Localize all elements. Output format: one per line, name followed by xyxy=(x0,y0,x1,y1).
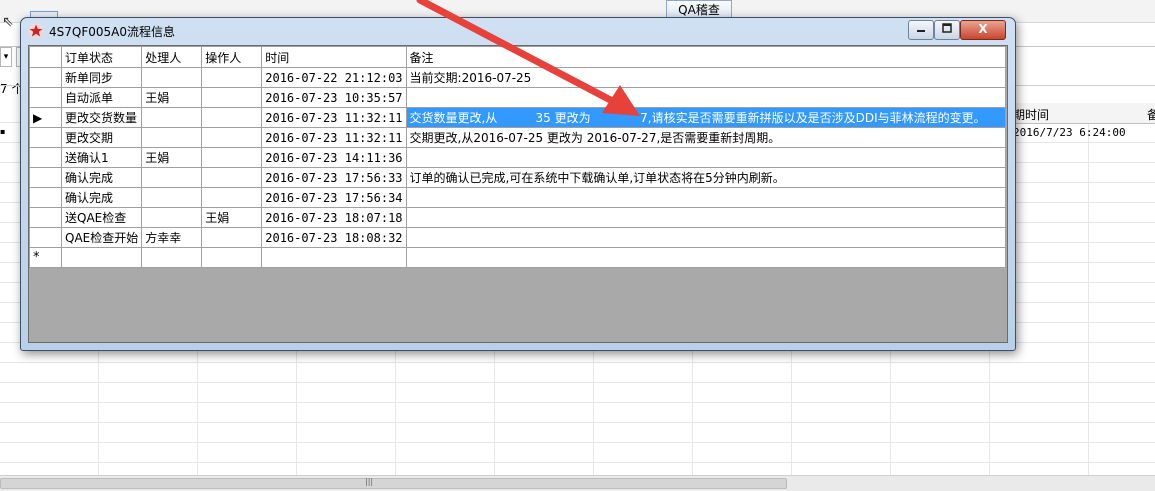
column-header-operator[interactable]: 操作人 xyxy=(201,46,263,68)
cell-time[interactable]: 2016-07-23 11:32:11 xyxy=(261,127,407,148)
cell-handler[interactable] xyxy=(141,247,203,268)
cell-time[interactable]: 2016-07-23 18:08:32 xyxy=(261,227,407,248)
table-row[interactable]: QAE检查开始 方幸幸 2016-07-23 18:08:32 xyxy=(29,227,1006,248)
cell-status[interactable]: QAE检查开始 xyxy=(60,227,143,248)
minimize-icon xyxy=(917,30,925,32)
cell-note-selected[interactable]: 交货数量更改,从 35 更改为 7,请核实是否需要重新拼版以及是否涉及DDI与菲… xyxy=(405,107,1006,128)
red-star-icon xyxy=(28,23,44,39)
row-header[interactable] xyxy=(29,87,62,108)
flow-grid-container: 订单状态 处理人 操作人 时间 备注 新单同步 2016-07-22 21:12… xyxy=(28,45,1008,343)
cell-note[interactable]: 交期更改,从2016-07-25 更改为 2016-07-27,是否需要重新封周… xyxy=(405,127,1006,148)
table-row[interactable]: 送确认1 王娟 2016-07-23 14:11:36 xyxy=(29,147,1006,168)
row-header[interactable] xyxy=(29,67,62,88)
cell-handler[interactable]: 王娟 xyxy=(141,87,203,108)
dropdown-arrow-icon[interactable]: ▾ xyxy=(0,47,12,67)
cell-handler[interactable] xyxy=(141,67,203,88)
column-header-status[interactable]: 订单状态 xyxy=(60,46,143,68)
cell-handler[interactable]: 方幸幸 xyxy=(141,227,203,248)
cell-time[interactable]: 2016-07-23 17:56:34 xyxy=(261,187,407,208)
cell-note[interactable] xyxy=(405,87,1006,108)
cell-time[interactable] xyxy=(261,247,407,268)
current-row-indicator-icon[interactable]: ▶ xyxy=(29,107,62,128)
cell-status[interactable] xyxy=(60,247,143,268)
column-header-time[interactable]: 期时间 xyxy=(1013,106,1049,123)
cell-note[interactable] xyxy=(405,187,1006,208)
cell-handler[interactable] xyxy=(141,127,203,148)
cell-operator[interactable] xyxy=(201,107,263,128)
column-header-note[interactable]: 备 xyxy=(1147,106,1155,123)
close-icon: X xyxy=(978,22,988,36)
cell-status[interactable]: 确认完成 xyxy=(60,167,143,188)
row-header[interactable] xyxy=(29,227,62,248)
new-row-indicator-icon[interactable]: * xyxy=(29,247,62,268)
table-row[interactable]: 送QAE检查 王娟 2016-07-23 18:07:18 xyxy=(29,207,1006,228)
row-header[interactable] xyxy=(29,127,62,148)
cell-time[interactable]: 2016-07-23 10:35:57 xyxy=(261,87,407,108)
new-row[interactable]: * xyxy=(29,247,1006,268)
cell-note[interactable] xyxy=(405,207,1006,228)
cell-time[interactable]: 2016-07-23 11:32:11 xyxy=(261,107,407,128)
cell-note[interactable]: 当前交期:2016-07-25 xyxy=(405,67,1006,88)
row-header[interactable] xyxy=(29,167,62,188)
cell-status[interactable]: 送确认1 xyxy=(60,147,143,168)
scrollbar-grip-icon: ||| xyxy=(365,477,374,486)
cell-time[interactable]: 2016-07-23 17:56:33 xyxy=(261,167,407,188)
cell-operator[interactable] xyxy=(201,87,263,108)
cell-status[interactable]: 自动派单 xyxy=(60,87,143,108)
cell-note[interactable] xyxy=(405,227,1006,248)
cell-operator[interactable] xyxy=(201,67,263,88)
maximize-button[interactable] xyxy=(934,20,960,40)
cell-time[interactable]: 2016-07-23 14:11:36 xyxy=(261,147,407,168)
grid-cell-time[interactable]: 2016/7/23 6:24:00 xyxy=(1013,126,1126,139)
mouse-cursor-icon: ⇖ xyxy=(2,14,14,30)
cell-handler[interactable] xyxy=(141,187,203,208)
grid-header-row: 订单状态 处理人 操作人 时间 备注 xyxy=(29,46,1006,68)
cell-note[interactable]: 订单的确认已完成,可在系统中下载确认单,订单状态将在5分钟内刷新。 xyxy=(405,167,1006,188)
cell-handler[interactable] xyxy=(141,107,203,128)
cell-operator[interactable]: 王娟 xyxy=(201,207,263,228)
cell-note[interactable] xyxy=(405,247,1006,268)
cell-handler[interactable]: 王娟 xyxy=(141,147,203,168)
scrollbar-thumb[interactable] xyxy=(0,478,787,489)
cell-status[interactable]: 新单同步 xyxy=(60,67,143,88)
cell-handler[interactable] xyxy=(141,167,203,188)
column-header-note[interactable]: 备注 xyxy=(405,46,1006,68)
minimize-button[interactable] xyxy=(908,20,934,40)
row-header-corner[interactable] xyxy=(29,46,62,68)
table-row[interactable]: 确认完成 2016-07-23 17:56:34 xyxy=(29,187,1006,208)
cell-operator[interactable] xyxy=(201,247,263,268)
cell-time[interactable]: 2016-07-22 21:12:03 xyxy=(261,67,407,88)
cell-operator[interactable] xyxy=(201,227,263,248)
table-row[interactable]: 新单同步 2016-07-22 21:12:03 当前交期:2016-07-25 xyxy=(29,67,1006,88)
cell-operator[interactable] xyxy=(201,167,263,188)
cell-status[interactable]: 更改交货数量 xyxy=(60,107,143,128)
table-row[interactable]: 自动派单 王娟 2016-07-23 10:35:57 xyxy=(29,87,1006,108)
row-header[interactable] xyxy=(29,147,62,168)
cell-note[interactable] xyxy=(405,147,1006,168)
row-header[interactable] xyxy=(29,207,62,228)
cell-operator[interactable] xyxy=(201,187,263,208)
window-titlebar[interactable]: 4S7QF005A0流程信息 X xyxy=(21,18,1015,44)
column-header-handler[interactable]: 处理人 xyxy=(141,46,203,68)
flow-info-window: 4S7QF005A0流程信息 X 订单状态 处理人 操作人 时间 备注 新单同步… xyxy=(20,17,1016,351)
close-button[interactable]: X xyxy=(960,20,1006,40)
maximize-icon xyxy=(942,23,952,33)
cell-operator[interactable] xyxy=(201,147,263,168)
row-header[interactable] xyxy=(29,187,62,208)
cell-status[interactable]: 送QAE检查 xyxy=(60,207,143,228)
cell-time[interactable]: 2016-07-23 18:07:18 xyxy=(261,207,407,228)
flow-grid: 订单状态 处理人 操作人 时间 备注 新单同步 2016-07-22 21:12… xyxy=(29,46,1006,268)
cell-operator[interactable] xyxy=(201,127,263,148)
table-row-current[interactable]: ▶ 更改交货数量 2016-07-23 11:32:11 交货数量更改,从 35… xyxy=(29,107,1006,128)
row-marker: ▪ xyxy=(0,127,6,136)
table-row[interactable]: 更改交期 2016-07-23 11:32:11 交期更改,从2016-07-2… xyxy=(29,127,1006,148)
cell-status[interactable]: 确认完成 xyxy=(60,187,143,208)
cell-handler[interactable] xyxy=(141,207,203,228)
cell-status[interactable]: 更改交期 xyxy=(60,127,143,148)
column-header-time[interactable]: 时间 xyxy=(261,46,407,68)
table-row[interactable]: 确认完成 2016-07-23 17:56:33 订单的确认已完成,可在系统中下… xyxy=(29,167,1006,188)
window-title: 4S7QF005A0流程信息 xyxy=(49,25,175,39)
